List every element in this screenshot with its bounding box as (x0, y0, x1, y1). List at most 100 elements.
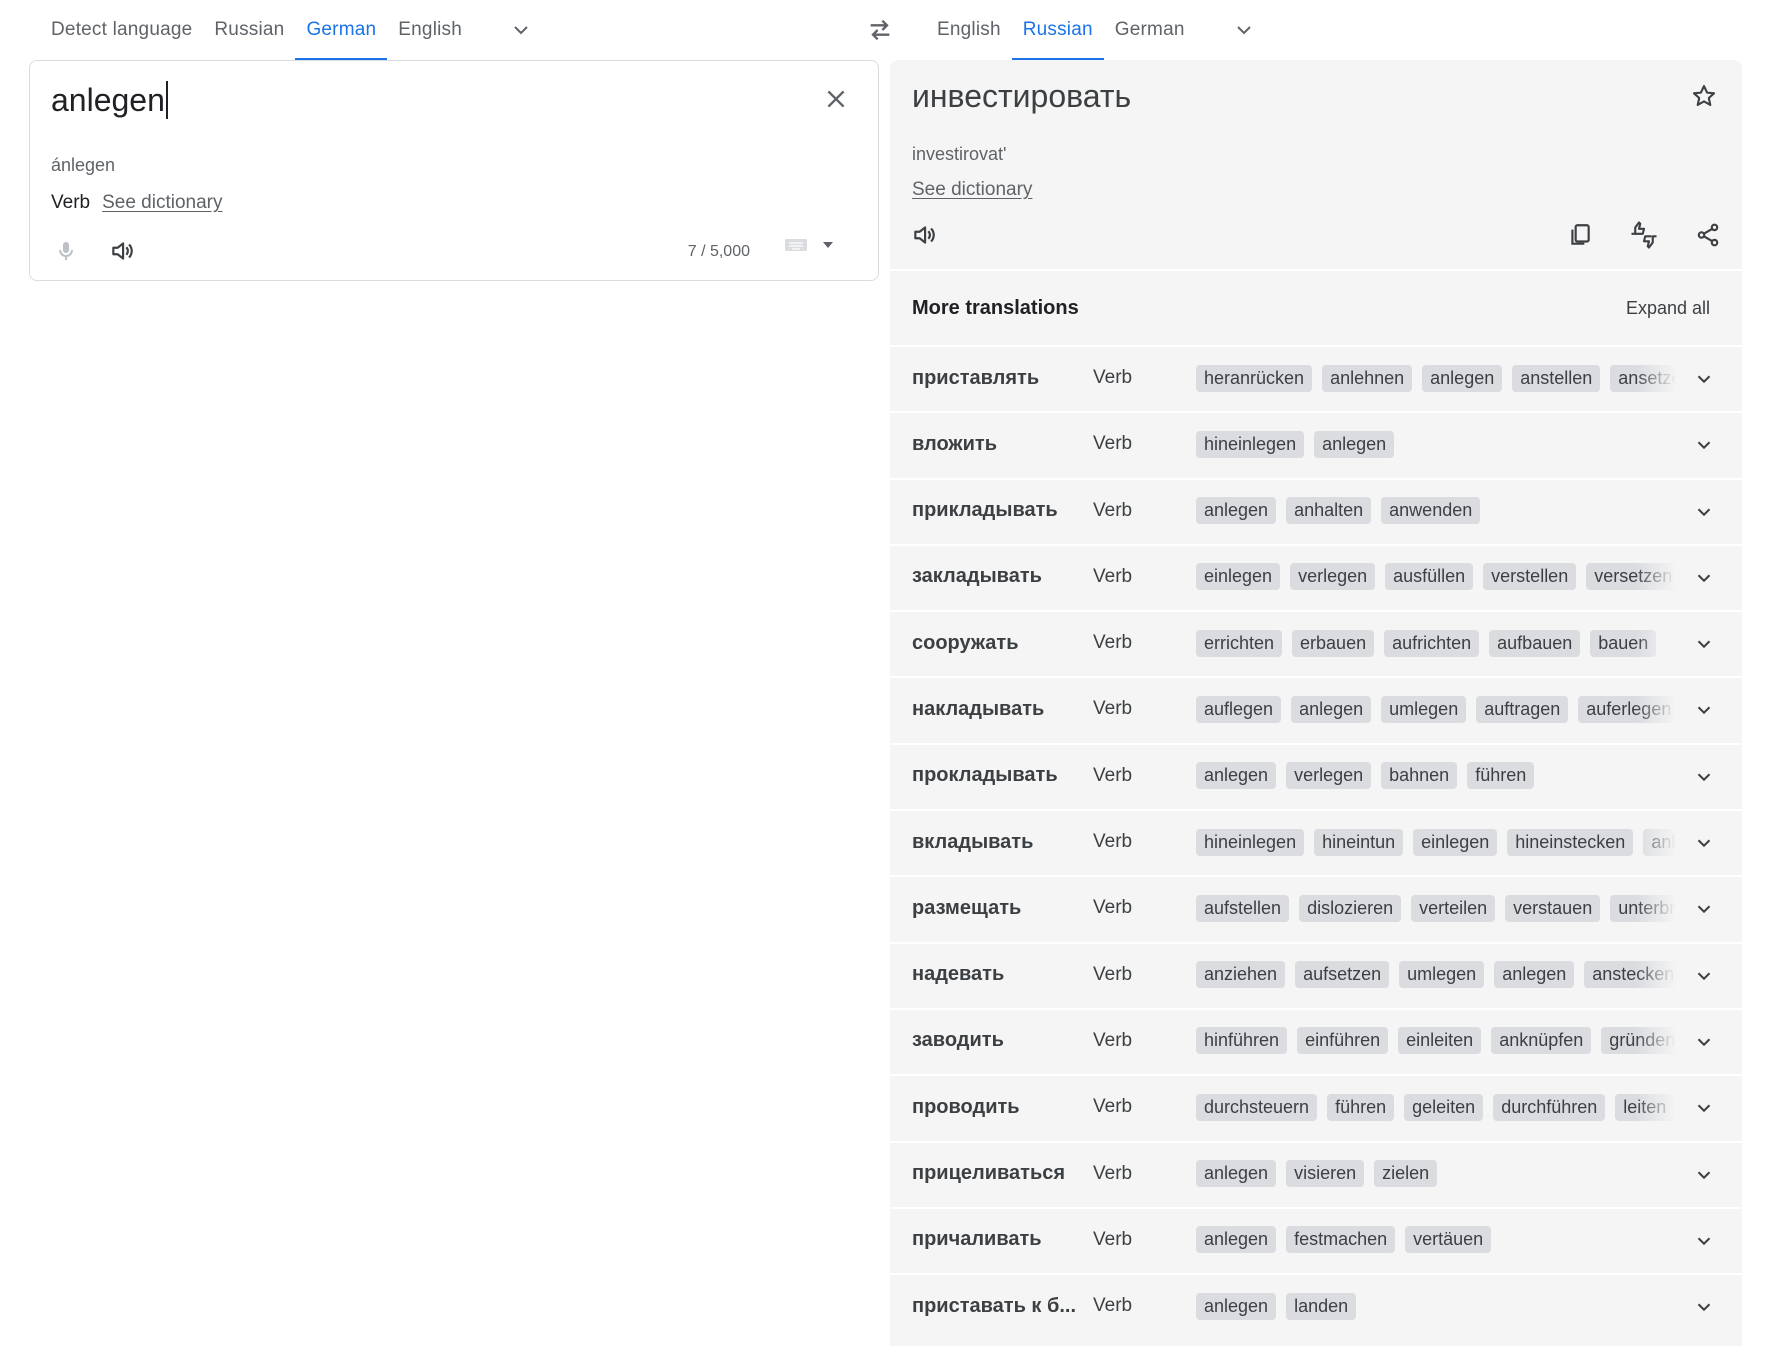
reverse-translation-chip[interactable]: erbauen (1292, 629, 1375, 657)
reverse-translation-chip[interactable]: zielen (1374, 1160, 1438, 1188)
reverse-translation-chip[interactable]: einlegen (1413, 828, 1498, 856)
reverse-translation-chip[interactable]: anlegen (1643, 828, 1676, 856)
reverse-translation-chip[interactable]: vertäuen (1405, 1226, 1492, 1254)
reverse-translation-chip[interactable]: verstellen (1483, 563, 1577, 591)
rate-translation-button[interactable] (1622, 213, 1666, 257)
expand-row-button[interactable] (1690, 1161, 1718, 1189)
expand-row-button[interactable] (1690, 630, 1718, 658)
source-tab-russian[interactable]: Russian (203, 0, 295, 60)
source-text-input[interactable]: anlegen (51, 81, 168, 119)
expand-row-button[interactable] (1690, 1227, 1718, 1255)
reverse-translation-chip[interactable]: hineinstecken (1507, 828, 1634, 856)
share-translation-button[interactable] (1686, 213, 1730, 257)
clear-source-button[interactable] (816, 79, 856, 119)
translation-row[interactable]: прицеливаться Verb anlegen visieren zielen (890, 1140, 1742, 1205)
reverse-translation-chip[interactable]: anlegen (1196, 762, 1277, 790)
target-tab-german[interactable]: German (1104, 0, 1196, 60)
listen-translation-button[interactable] (902, 213, 946, 257)
reverse-translation-chip[interactable]: führen (1327, 1093, 1395, 1121)
translation-row[interactable]: надевать Verb anziehen aufsetzen umlegen anle… (890, 941, 1742, 1006)
input-tools-button[interactable] (784, 237, 834, 253)
translation-row[interactable]: закладывать Verb einlegen verlegen ausfüllen… (890, 543, 1742, 608)
reverse-translation-chip[interactable]: aufsetzen (1295, 961, 1390, 989)
reverse-translation-chip[interactable]: anknüpfen (1491, 1027, 1592, 1055)
expand-row-button[interactable] (1690, 962, 1718, 990)
reverse-translation-chip[interactable]: auferlegen (1578, 695, 1676, 723)
reverse-translation-chip[interactable]: einlegen (1196, 563, 1281, 591)
translation-row[interactable]: размещать Verb aufstellen dislozieren vertei… (890, 875, 1742, 940)
reverse-translation-chip[interactable]: leiten (1615, 1093, 1675, 1121)
expand-row-button[interactable] (1690, 564, 1718, 592)
reverse-translation-chip[interactable]: errichten (1196, 629, 1283, 657)
reverse-translation-chip[interactable]: gründen (1601, 1027, 1676, 1055)
reverse-translation-chip[interactable]: hineinlegen (1196, 828, 1305, 856)
reverse-translation-chip[interactable]: anstellen (1512, 364, 1601, 392)
expand-row-button[interactable] (1690, 498, 1718, 526)
reverse-translation-chip[interactable]: anlegen (1291, 695, 1372, 723)
reverse-translation-chip[interactable]: umlegen (1381, 695, 1467, 723)
reverse-translation-chip[interactable]: durchsteuern (1196, 1093, 1318, 1121)
source-tab-german[interactable]: German (295, 0, 388, 60)
translation-row[interactable]: накладывать Verb auflegen anlegen umlegen auf… (890, 676, 1742, 741)
expand-row-button[interactable] (1690, 895, 1718, 923)
reverse-translation-chip[interactable]: visieren (1286, 1160, 1365, 1188)
expand-row-button[interactable] (1690, 1028, 1718, 1056)
translation-row[interactable]: вкладывать Verb hineinlegen hineintun einleg… (890, 809, 1742, 874)
reverse-translation-chip[interactable]: anhalten (1286, 497, 1372, 525)
translation-row[interactable]: проводить Verb durchsteuern führen geleiten d… (890, 1074, 1742, 1139)
listen-source-button[interactable] (100, 229, 144, 273)
translation-row[interactable]: сооружать Verb errichten erbauen aufrichten a… (890, 610, 1742, 675)
copy-translation-button[interactable] (1558, 213, 1602, 257)
reverse-translation-chip[interactable]: anlehnen (1322, 364, 1413, 392)
reverse-translation-chip[interactable]: aufbauen (1489, 629, 1581, 657)
expand-row-button[interactable] (1690, 365, 1718, 393)
target-tab-russian[interactable]: Russian (1011, 0, 1104, 60)
target-see-dictionary-link[interactable]: See dictionary (912, 179, 1032, 201)
reverse-translation-chip[interactable]: hineintun (1314, 828, 1404, 856)
translation-row[interactable]: заводить Verb hinführen einführen einleiten a… (890, 1007, 1742, 1072)
save-translation-button[interactable] (1684, 76, 1724, 116)
reverse-translation-chip[interactable]: dislozieren (1299, 894, 1402, 922)
source-tab-detect-language[interactable]: Detect language (40, 0, 203, 60)
reverse-translation-chip[interactable]: hineinlegen (1196, 430, 1305, 458)
translation-row[interactable]: прикладывать Verb anlegen anhalten anwenden (890, 477, 1742, 542)
reverse-translation-chip[interactable]: verlegen (1290, 563, 1376, 591)
reverse-translation-chip[interactable]: aufstellen (1196, 894, 1290, 922)
source-see-dictionary-link[interactable]: See dictionary (102, 192, 222, 214)
reverse-translation-chip[interactable]: unterbringen (1610, 894, 1676, 922)
reverse-translation-chip[interactable]: anlegen (1314, 430, 1395, 458)
reverse-translation-chip[interactable]: anlegen (1422, 364, 1503, 392)
translation-row[interactable]: вложить Verb hineinlegen anlegen (890, 411, 1742, 476)
translation-row[interactable]: приставлять Verb heranrücken anlehnen anlege… (890, 345, 1742, 409)
reverse-translation-chip[interactable]: anlegen (1196, 1292, 1277, 1320)
expand-row-button[interactable] (1690, 431, 1718, 459)
reverse-translation-chip[interactable]: ausfüllen (1385, 563, 1474, 591)
reverse-translation-chip[interactable]: heranrücken (1196, 364, 1313, 392)
reverse-translation-chip[interactable]: anwenden (1381, 497, 1481, 525)
reverse-translation-chip[interactable]: versetzen (1586, 563, 1676, 591)
reverse-translation-chip[interactable]: umlegen (1399, 961, 1485, 989)
reverse-translation-chip[interactable]: verstauen (1505, 894, 1601, 922)
reverse-translation-chip[interactable]: einleiten (1398, 1027, 1482, 1055)
reverse-translation-chip[interactable]: anlegen (1196, 497, 1277, 525)
reverse-translation-chip[interactable]: bahnen (1381, 762, 1458, 790)
target-tab-english[interactable]: English (926, 0, 1012, 60)
translation-row[interactable]: приставать к б... Verb anlegen landen (890, 1273, 1742, 1338)
reverse-translation-chip[interactable]: verteilen (1411, 894, 1496, 922)
translation-row[interactable]: причаливать Verb anlegen festmachen vertäuen (890, 1206, 1742, 1271)
reverse-translation-chip[interactable]: festmachen (1286, 1226, 1396, 1254)
reverse-translation-chip[interactable]: auflegen (1196, 695, 1282, 723)
reverse-translation-chip[interactable]: anlegen (1196, 1160, 1277, 1188)
expand-row-button[interactable] (1690, 1293, 1718, 1321)
reverse-translation-chip[interactable]: landen (1286, 1292, 1357, 1320)
swap-languages-button[interactable] (860, 10, 900, 50)
expand-row-button[interactable] (1690, 763, 1718, 791)
source-tab-english[interactable]: English (387, 0, 473, 60)
translation-row[interactable]: прокладывать Verb anlegen verlegen bahnen füh… (890, 742, 1742, 807)
voice-input-button[interactable] (44, 229, 88, 273)
reverse-translation-chip[interactable]: ansetzen (1610, 364, 1676, 392)
reverse-translation-chip[interactable]: anziehen (1196, 961, 1286, 989)
reverse-translation-chip[interactable]: hinführen (1196, 1027, 1288, 1055)
expand-row-button[interactable] (1690, 696, 1718, 724)
reverse-translation-chip[interactable]: anstecken (1584, 961, 1676, 989)
